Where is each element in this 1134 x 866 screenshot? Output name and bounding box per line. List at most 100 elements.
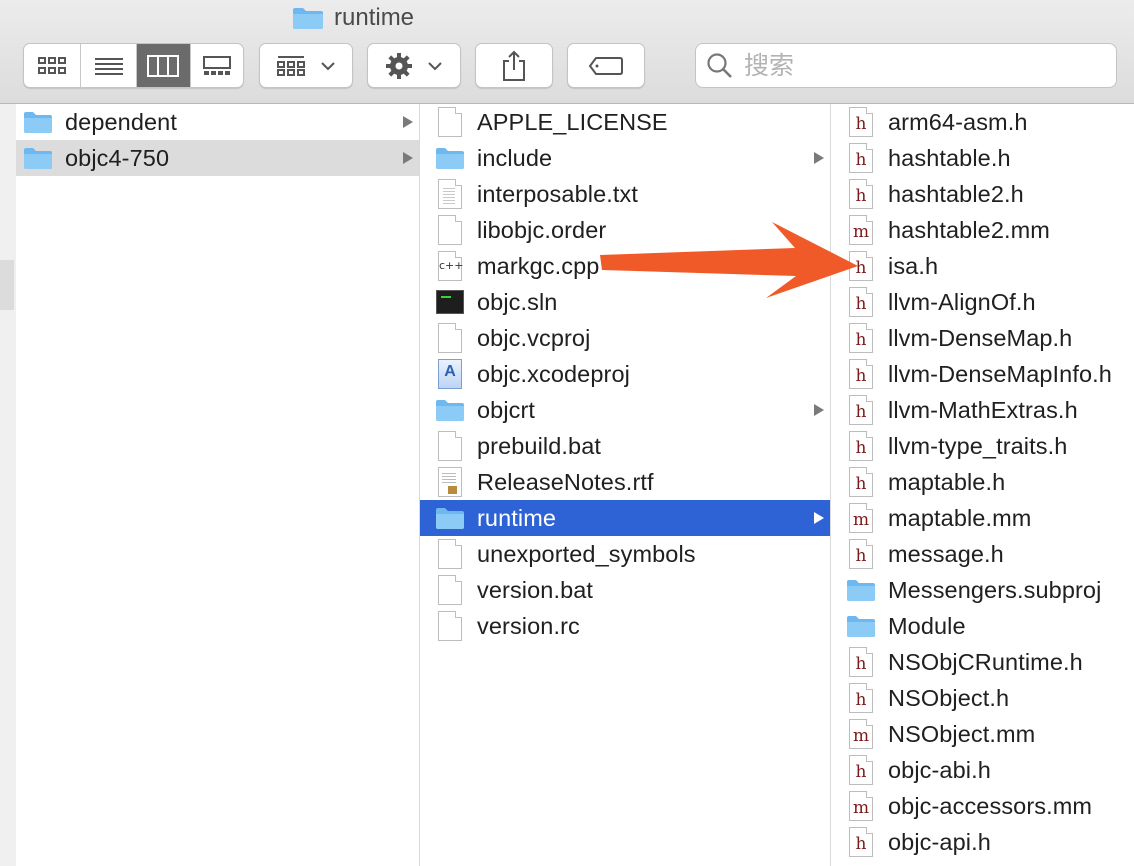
- column-view-icon: [147, 54, 180, 77]
- list-item[interactable]: unexported_symbols: [420, 536, 830, 572]
- list-item-label: objcrt: [477, 396, 536, 423]
- document-icon: [434, 323, 466, 353]
- list-item-label: NSObject.mm: [888, 720, 1036, 747]
- list-item[interactable]: c++ markgc.cpp: [420, 248, 830, 284]
- list-item[interactable]: h NSObjCRuntime.h: [831, 644, 1134, 680]
- folder-icon: [845, 575, 877, 605]
- list-item-label: version.rc: [477, 612, 580, 639]
- list-item[interactable]: objcrt: [420, 392, 830, 428]
- list-item-label: objc-api.h: [888, 828, 991, 855]
- document-icon: [434, 431, 466, 461]
- folder-icon: [434, 143, 466, 173]
- list-item[interactable]: h llvm-MathExtras.h: [831, 392, 1134, 428]
- h-file-icon: h: [845, 287, 877, 317]
- list-item[interactable]: h arm64-asm.h: [831, 104, 1134, 140]
- list-item-label: objc.sln: [477, 288, 558, 315]
- list-item-label: maptable.mm: [888, 504, 1032, 531]
- gear-icon: [386, 52, 412, 79]
- list-item[interactable]: objc4-750: [16, 140, 419, 176]
- list-item[interactable]: h hashtable.h: [831, 140, 1134, 176]
- list-item[interactable]: version.bat: [420, 572, 830, 608]
- list-item[interactable]: prebuild.bat: [420, 428, 830, 464]
- list-item[interactable]: h llvm-DenseMap.h: [831, 320, 1134, 356]
- tag-icon: [588, 56, 623, 75]
- list-item[interactable]: m hashtable2.mm: [831, 212, 1134, 248]
- list-item[interactable]: h maptable.h: [831, 464, 1134, 500]
- document-icon: [434, 107, 466, 137]
- list-item[interactable]: h hashtable2.h: [831, 176, 1134, 212]
- list-item[interactable]: ReleaseNotes.rtf: [420, 464, 830, 500]
- list-item[interactable]: include: [420, 140, 830, 176]
- list-item[interactable]: version.rc: [420, 608, 830, 644]
- list-item-label: objc-accessors.mm: [888, 792, 1093, 819]
- list-item[interactable]: libobjc.order: [420, 212, 830, 248]
- list-item-label: objc-abi.h: [888, 756, 991, 783]
- list-item[interactable]: h isa.h: [831, 248, 1134, 284]
- icon-view-icon: [38, 56, 67, 74]
- terminal-file-icon: [434, 287, 466, 317]
- list-item-label: llvm-type_traits.h: [888, 432, 1068, 459]
- list-item[interactable]: objc.xcodeproj: [420, 356, 830, 392]
- list-item-label: llvm-DenseMap.h: [888, 324, 1073, 351]
- list-item[interactable]: objc.sln: [420, 284, 830, 320]
- mm-file-icon: m: [845, 791, 877, 821]
- list-item[interactable]: h llvm-AlignOf.h: [831, 284, 1134, 320]
- h-file-icon: h: [845, 179, 877, 209]
- list-item[interactable]: h llvm-type_traits.h: [831, 428, 1134, 464]
- list-item[interactable]: h message.h: [831, 536, 1134, 572]
- list-item[interactable]: m maptable.mm: [831, 500, 1134, 536]
- browser-column-1[interactable]: dependent objc4-750: [16, 104, 419, 866]
- list-item-label: libobjc.order: [477, 216, 607, 243]
- group-by-button[interactable]: [259, 43, 353, 88]
- group-icon: [277, 55, 305, 76]
- chevron-down-icon: [428, 61, 442, 70]
- list-item-label: NSObjCRuntime.h: [888, 648, 1083, 675]
- list-item[interactable]: Module: [831, 608, 1134, 644]
- list-item-label: hashtable2.mm: [888, 216, 1050, 243]
- search-input[interactable]: [742, 50, 1086, 81]
- share-button[interactable]: [475, 43, 553, 88]
- list-item[interactable]: m NSObject.mm: [831, 716, 1134, 752]
- mm-file-icon: m: [845, 719, 877, 749]
- gallery-view-icon: [202, 55, 231, 75]
- list-item[interactable]: h objc-api.h: [831, 824, 1134, 860]
- icon-view-button[interactable]: [24, 44, 80, 87]
- browser-column-3[interactable]: h arm64-asm.h h hashtable.h h hashtable2.h m ha…: [831, 104, 1134, 866]
- window-title-text: runtime: [334, 4, 415, 31]
- list-item[interactable]: h llvm-DenseMapInfo.h: [831, 356, 1134, 392]
- search-field[interactable]: [695, 43, 1117, 88]
- search-icon: [707, 52, 732, 78]
- list-item[interactable]: APPLE_LICENSE: [420, 104, 830, 140]
- list-item-label: APPLE_LICENSE: [477, 108, 668, 135]
- toolbar: runtime: [0, 0, 1134, 104]
- list-item[interactable]: m objc-accessors.mm: [831, 788, 1134, 824]
- list-item[interactable]: h objc-abi.h: [831, 752, 1134, 788]
- list-item[interactable]: h NSObject.h: [831, 680, 1134, 716]
- list-item-label: unexported_symbols: [477, 540, 696, 567]
- list-item[interactable]: Messengers.subproj: [831, 572, 1134, 608]
- folder-icon: [22, 143, 54, 173]
- list-item-label: objc.xcodeproj: [477, 360, 630, 387]
- sidebar-edge: [0, 104, 16, 866]
- action-button[interactable]: [367, 43, 461, 88]
- list-item[interactable]: interposable.txt: [420, 176, 830, 212]
- list-item-label: include: [477, 144, 553, 171]
- list-item-label: llvm-DenseMapInfo.h: [888, 360, 1112, 387]
- list-item-label: objc4-750: [65, 144, 170, 171]
- folder-icon: [845, 611, 877, 641]
- list-item-label: hashtable2.h: [888, 180, 1024, 207]
- list-item[interactable]: runtime: [420, 500, 830, 536]
- disclosure-chevron-icon: [403, 152, 413, 164]
- list-item[interactable]: dependent: [16, 104, 419, 140]
- column-view-button[interactable]: [135, 44, 190, 87]
- xcodeproj-icon: [434, 359, 466, 389]
- browser-column-2[interactable]: APPLE_LICENSEinclude interposable.txt libo…: [420, 104, 830, 866]
- list-view-button[interactable]: [80, 44, 136, 87]
- list-item-label: Messengers.subproj: [888, 576, 1102, 603]
- rtf-file-icon: [434, 467, 466, 497]
- list-item-label: interposable.txt: [477, 180, 638, 207]
- list-item[interactable]: objc.vcproj: [420, 320, 830, 356]
- tags-button[interactable]: [567, 43, 645, 88]
- document-icon: [434, 575, 466, 605]
- gallery-view-button[interactable]: [189, 44, 244, 87]
